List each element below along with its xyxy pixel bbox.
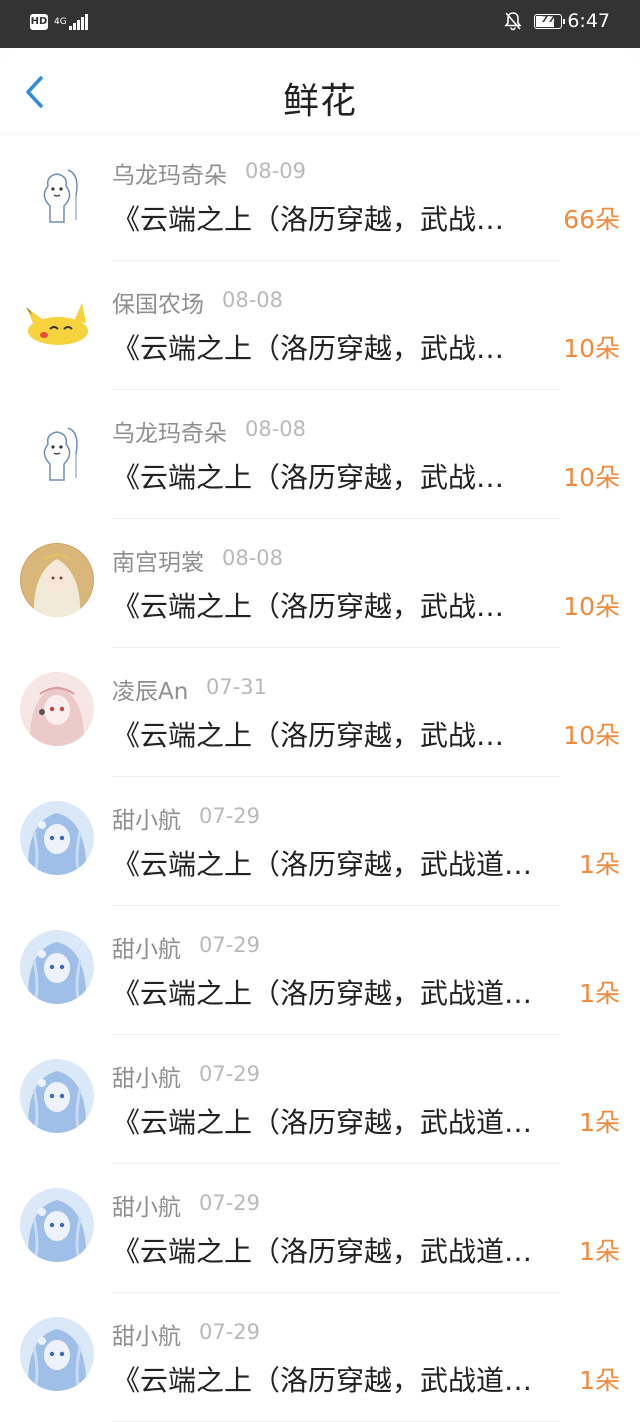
list-item[interactable]: 乌龙玛奇朵 08-08 《云端之上（洛历穿越，武战… 10朵 bbox=[0, 390, 640, 519]
flower-list: 乌龙玛奇朵 08-09 《云端之上（洛历穿越，武战… 66朵 保国农场 08-0… bbox=[0, 132, 640, 1422]
alpaca-avatar[interactable] bbox=[20, 156, 94, 230]
book-title[interactable]: 《云端之上（洛历穿越，武战道… bbox=[112, 1230, 532, 1270]
anime-girl-blue-avatar[interactable] bbox=[20, 1059, 94, 1133]
status-bar: HD 4G 77 6:47 bbox=[0, 0, 640, 48]
hd-badge: HD bbox=[30, 14, 48, 30]
item-date: 07-29 bbox=[199, 804, 261, 828]
anime-girl-blue-avatar[interactable] bbox=[20, 930, 94, 1004]
network-type: 4G bbox=[54, 17, 67, 27]
list-item[interactable]: 保国农场 08-08 《云端之上（洛历穿越，武战… 10朵 bbox=[0, 261, 640, 390]
flower-count: 1朵 bbox=[579, 850, 620, 879]
item-date: 07-31 bbox=[206, 675, 268, 699]
flower-count: 10朵 bbox=[563, 334, 620, 363]
item-date: 07-29 bbox=[199, 1191, 261, 1215]
flower-count: 1朵 bbox=[579, 1108, 620, 1137]
anime-girl-gold-avatar[interactable] bbox=[20, 543, 94, 617]
user-name[interactable]: 凌辰An bbox=[112, 672, 188, 706]
list-item[interactable]: 凌辰An 07-31 《云端之上（洛历穿越，武战… 10朵 bbox=[0, 648, 640, 777]
flower-count: 1朵 bbox=[579, 1237, 620, 1266]
book-title[interactable]: 《云端之上（洛历穿越，武战道… bbox=[112, 1101, 532, 1141]
user-name[interactable]: 保国农场 bbox=[112, 285, 204, 319]
flower-count: 66朵 bbox=[563, 205, 620, 234]
user-name[interactable]: 乌龙玛奇朵 bbox=[112, 414, 227, 448]
item-date: 08-09 bbox=[245, 159, 307, 183]
book-title[interactable]: 《云端之上（洛历穿越，武战道… bbox=[112, 972, 532, 1012]
book-title[interactable]: 《云端之上（洛历穿越，武战… bbox=[112, 198, 504, 238]
book-title[interactable]: 《云端之上（洛历穿越，武战… bbox=[112, 327, 504, 367]
user-name[interactable]: 甜小航 bbox=[112, 1317, 181, 1351]
battery-icon: 77 bbox=[534, 13, 566, 29]
anime-girl-blue-avatar[interactable] bbox=[20, 1317, 94, 1391]
user-name[interactable]: 甜小航 bbox=[112, 801, 181, 835]
item-date: 08-08 bbox=[222, 546, 284, 570]
status-left: HD 4G bbox=[30, 14, 89, 30]
item-date: 07-29 bbox=[199, 933, 261, 957]
anime-girl-blue-avatar[interactable] bbox=[20, 801, 94, 875]
alpaca-avatar[interactable] bbox=[20, 414, 94, 488]
flower-count: 1朵 bbox=[579, 1366, 620, 1395]
list-item[interactable]: 甜小航 07-29 《云端之上（洛历穿越，武战道… 1朵 bbox=[0, 1164, 640, 1293]
anime-girl-blue-avatar[interactable] bbox=[20, 1188, 94, 1262]
item-date: 07-29 bbox=[199, 1062, 261, 1086]
book-title[interactable]: 《云端之上（洛历穿越，武战道… bbox=[112, 1359, 532, 1399]
list-item[interactable]: 南宫玥裳 08-08 《云端之上（洛历穿越，武战… 10朵 bbox=[0, 519, 640, 648]
user-name[interactable]: 南宫玥裳 bbox=[112, 543, 204, 577]
list-item[interactable]: 甜小航 07-29 《云端之上（洛历穿越，武战道… 1朵 bbox=[0, 777, 640, 906]
book-title[interactable]: 《云端之上（洛历穿越，武战… bbox=[112, 714, 504, 754]
book-title[interactable]: 《云端之上（洛历穿越，武战… bbox=[112, 456, 504, 496]
status-right: 77 6:47 bbox=[504, 10, 610, 32]
list-item[interactable]: 甜小航 07-29 《云端之上（洛历穿越，武战道… 1朵 bbox=[0, 1293, 640, 1422]
book-title[interactable]: 《云端之上（洛历穿越，武战… bbox=[112, 585, 504, 625]
nav-header: 鲜花 bbox=[0, 48, 640, 132]
user-name[interactable]: 甜小航 bbox=[112, 1188, 181, 1222]
item-date: 08-08 bbox=[222, 288, 284, 312]
flower-count: 1朵 bbox=[579, 979, 620, 1008]
item-date: 08-08 bbox=[245, 417, 307, 441]
list-item[interactable]: 甜小航 07-29 《云端之上（洛历穿越，武战道… 1朵 bbox=[0, 906, 640, 1035]
bell-mute-icon bbox=[504, 12, 522, 31]
book-title[interactable]: 《云端之上（洛历穿越，武战道… bbox=[112, 843, 532, 883]
user-name[interactable]: 甜小航 bbox=[112, 1059, 181, 1093]
signal-icon bbox=[68, 14, 89, 30]
flower-count: 10朵 bbox=[563, 463, 620, 492]
user-name[interactable]: 甜小航 bbox=[112, 930, 181, 964]
clock: 6:47 bbox=[567, 10, 610, 32]
battery-level: 77 bbox=[541, 13, 556, 25]
user-name[interactable]: 乌龙玛奇朵 bbox=[112, 156, 227, 190]
page-title: 鲜花 bbox=[282, 81, 357, 122]
item-date: 07-29 bbox=[199, 1320, 261, 1344]
list-item[interactable]: 甜小航 07-29 《云端之上（洛历穿越，武战道… 1朵 bbox=[0, 1035, 640, 1164]
pikachu-avatar[interactable] bbox=[20, 285, 94, 359]
list-item[interactable]: 乌龙玛奇朵 08-09 《云端之上（洛历穿越，武战… 66朵 bbox=[0, 132, 640, 261]
anime-girl-pink-avatar[interactable] bbox=[20, 672, 94, 746]
flower-count: 10朵 bbox=[563, 592, 620, 621]
flower-count: 10朵 bbox=[563, 721, 620, 750]
